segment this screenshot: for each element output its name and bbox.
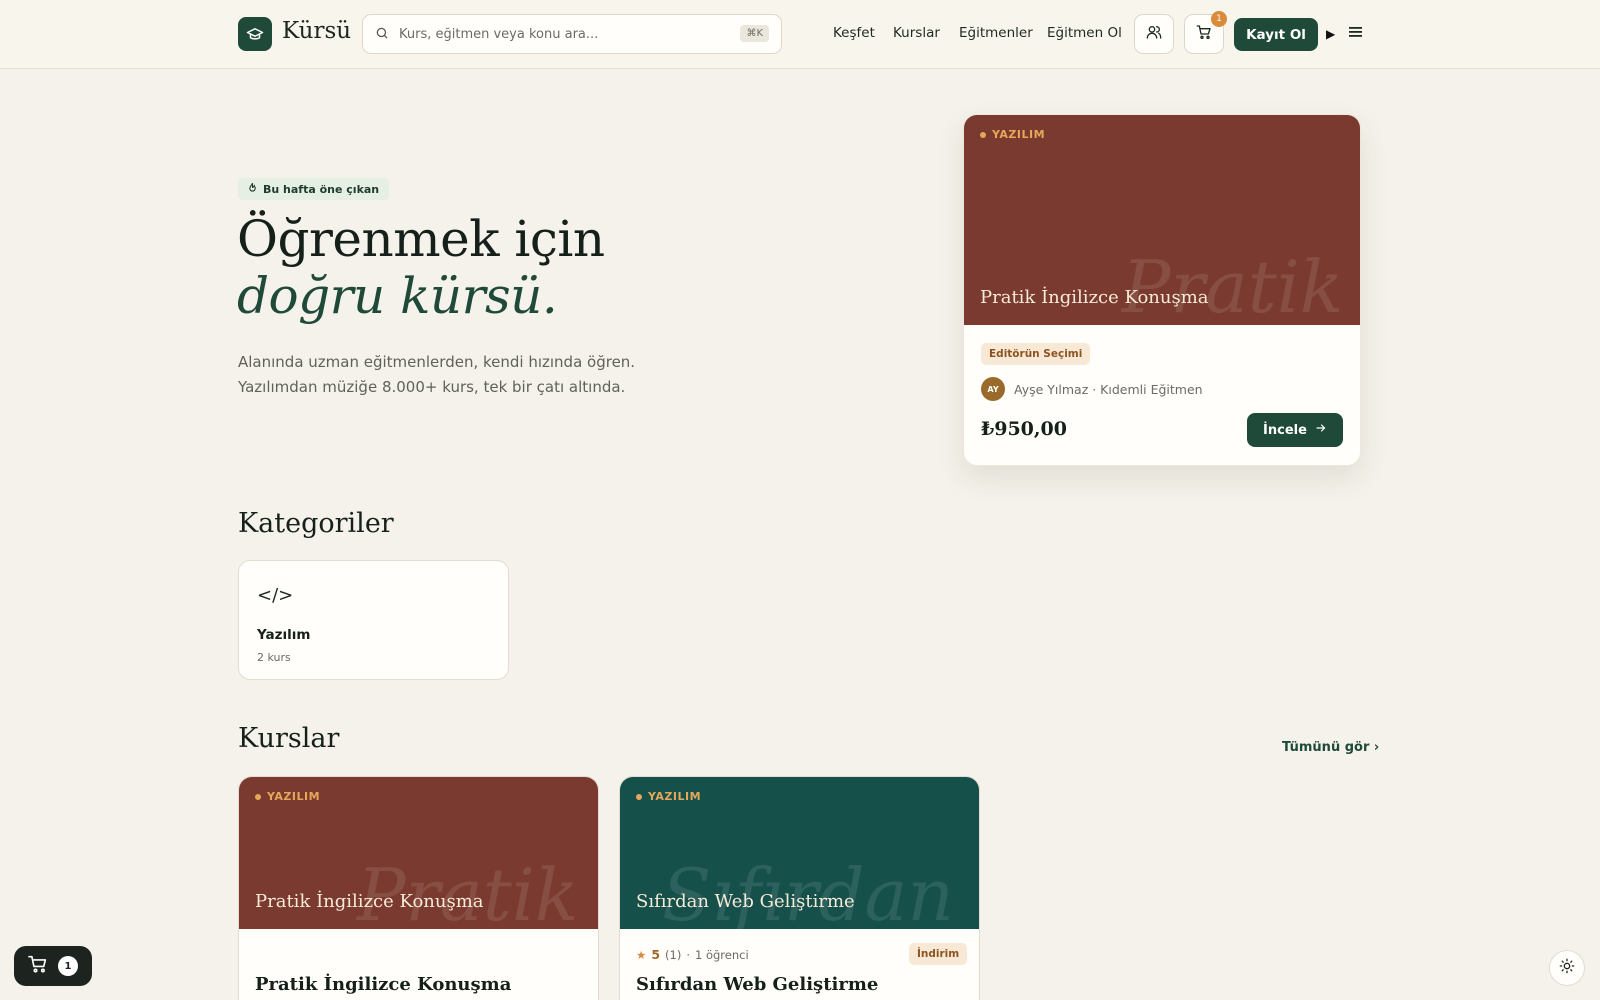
cart-icon: [1196, 24, 1212, 44]
nav-link-egitmen-ol[interactable]: Eğitmen Ol: [1047, 25, 1122, 41]
course-cover: YAZILIM Sıfırdan Sıfırdan Web Geliştirme: [620, 777, 979, 929]
hero-subtitle-line1: Alanında uzman eğitmenlerden, kendi hızı…: [238, 353, 636, 371]
logo-text[interactable]: Kürsü: [282, 18, 351, 44]
arrow-right-icon: [1315, 422, 1327, 438]
featured-course-card[interactable]: YAZILIM Pratik Pratik İngilizce Konuşma …: [963, 114, 1361, 466]
hero-title-line2: doğru kürsü.: [237, 267, 558, 325]
featured-week-badge: Bu hafta öne çıkan: [238, 178, 390, 200]
course-card[interactable]: YAZILIM Pratik Pratik İngilizce Konuşma …: [238, 776, 599, 1000]
category-card-yazilim[interactable]: </> Yazılım 2 kurs: [238, 560, 509, 680]
star-icon: ★: [636, 947, 647, 962]
view-course-label: İncele: [1263, 422, 1307, 438]
featured-price: ₺950,00: [981, 418, 1067, 440]
course-title[interactable]: Pratik İngilizce Konuşma: [255, 974, 511, 995]
search-bar[interactable]: ⌘K: [362, 14, 782, 54]
category-course-count: 2 kurs: [257, 651, 291, 664]
flame-icon: [248, 182, 257, 196]
course-category-tag: YAZILIM: [636, 790, 701, 803]
theme-toggle-button[interactable]: [1549, 950, 1585, 986]
category-name: Yazılım: [257, 627, 311, 643]
course-title[interactable]: Sıfırdan Web Geliştirme: [636, 974, 878, 995]
courses-title: Kurslar: [238, 723, 340, 754]
featured-category-tag: YAZILIM: [980, 128, 1045, 141]
floating-cart-button[interactable]: 1: [14, 946, 92, 986]
see-all-link[interactable]: Tümünü gör ›: [1282, 740, 1379, 755]
play-icon[interactable]: ▶: [1326, 27, 1335, 41]
search-input[interactable]: [399, 26, 719, 42]
user-icon: [1146, 24, 1162, 44]
course-rating-row: ★ 5 (1) · 1 öğrenci: [636, 947, 749, 962]
course-rating-value: 5: [651, 947, 661, 962]
categories-title: Kategoriler: [238, 508, 394, 539]
hero-subtitle: Alanında uzman eğitmenlerden, kendi hızı…: [238, 350, 658, 400]
instructor-name[interactable]: Ayşe Yılmaz · Kıdemli Eğitmen: [1014, 382, 1203, 397]
signup-button[interactable]: Kayıt Ol: [1234, 18, 1318, 51]
sun-icon: [1559, 958, 1575, 978]
instructor-avatar: AY: [981, 377, 1005, 401]
course-category-tag: YAZILIM: [255, 790, 320, 803]
featured-cover-title: Pratik İngilizce Konuşma: [980, 287, 1209, 308]
hero-title-line1: Öğrenmek için: [237, 210, 605, 268]
cart-count-badge: 1: [1211, 11, 1227, 27]
featured-week-label: Bu hafta öne çıkan: [263, 182, 380, 196]
top-navbar: Kürsü ⌘K Keşfet Kurslar Eğitmenler Eğitm…: [0, 0, 1600, 69]
view-course-button[interactable]: İncele: [1247, 413, 1343, 447]
hero-subtitle-line2: Yazılımdan müziğe 8.000+ kurs, tek bir ç…: [238, 378, 626, 396]
search-icon: [375, 25, 389, 44]
nav-link-kesfet[interactable]: Keşfet: [833, 25, 875, 41]
nav-link-egitmenler[interactable]: Eğitmenler: [959, 25, 1033, 41]
course-rating-count: (1): [665, 947, 682, 962]
editors-choice-badge: Editörün Seçimi: [981, 343, 1091, 365]
separator-dot: ·: [686, 947, 690, 962]
cart-icon: [28, 955, 48, 977]
course-card[interactable]: YAZILIM Sıfırdan Sıfırdan Web Geliştirme…: [619, 776, 980, 1000]
course-cover-title: Sıfırdan Web Geliştirme: [636, 891, 855, 912]
course-cover: YAZILIM Pratik Pratik İngilizce Konuşma: [239, 777, 598, 929]
floating-cart-count: 1: [58, 956, 78, 976]
nav-link-kurslar[interactable]: Kurslar: [893, 25, 940, 41]
code-icon: </>: [257, 585, 294, 606]
featured-cover-watermark: Pratik: [1122, 245, 1344, 325]
course-student-count: 1 öğrenci: [694, 947, 749, 962]
featured-course-cover: YAZILIM Pratik Pratik İngilizce Konuşma: [964, 115, 1360, 325]
search-shortcut-hint: ⌘K: [740, 25, 769, 42]
menu-icon[interactable]: [1348, 25, 1364, 44]
user-button[interactable]: [1134, 14, 1174, 54]
cart-button[interactable]: 1: [1184, 11, 1227, 54]
course-cover-title: Pratik İngilizce Konuşma: [255, 891, 484, 912]
discount-badge: İndirim: [909, 943, 968, 965]
logo-icon[interactable]: [238, 17, 272, 51]
